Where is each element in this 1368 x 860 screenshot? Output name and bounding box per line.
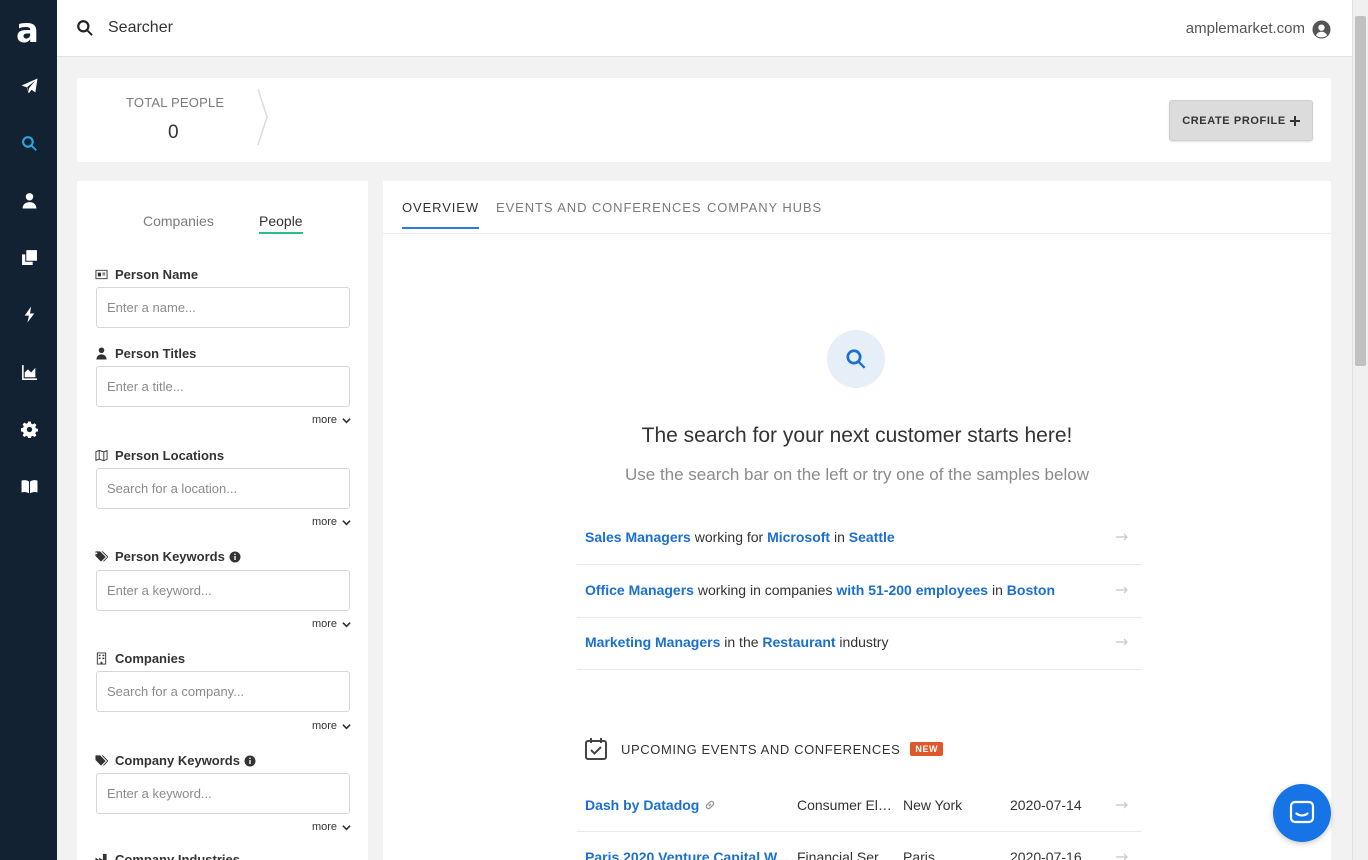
copy-icon[interactable] [18, 246, 40, 268]
hero-search-badge [827, 330, 885, 388]
person-keywords-more-toggle[interactable]: more [312, 618, 351, 630]
top-bar: Searcher amplemarket.com [57, 0, 1352, 57]
chevron-down-icon [342, 519, 351, 525]
page-scrollbar[interactable] [1352, 0, 1368, 860]
stats-card: TOTAL PEOPLE 0 CREATE PROFILE [77, 78, 1331, 162]
page-title: Searcher [108, 19, 173, 36]
tab-people[interactable]: People [259, 213, 303, 234]
sample-search-text: Sales Managers working for Microsoft in … [585, 529, 895, 545]
create-profile-button[interactable]: CREATE PROFILE [1169, 100, 1313, 141]
sample-search-item[interactable]: Marketing Managers in the Restaurant ind… [577, 618, 1142, 670]
building-icon [96, 652, 107, 665]
tab-companies[interactable]: Companies [143, 213, 214, 229]
gear-icon[interactable] [18, 418, 40, 440]
event-category: Financial Services [797, 849, 895, 860]
chat-icon [1289, 800, 1315, 824]
sample-search-item[interactable]: Sales Managers working for Microsoft in … [577, 513, 1142, 565]
person-titles-label: Person Titles [95, 346, 196, 361]
person-titles-input[interactable] [96, 366, 350, 407]
person-locations-label: Person Locations [95, 448, 224, 463]
hero-title: The search for your next customer starts… [641, 424, 1073, 447]
event-row[interactable]: Dash by Datadog Consumer Electronics New… [577, 780, 1142, 832]
book-icon[interactable] [18, 475, 40, 497]
company-keywords-more-toggle[interactable]: more [312, 821, 351, 833]
id-card-icon [95, 269, 108, 280]
user-tie-icon [96, 347, 107, 360]
total-people-value: 0 [168, 122, 179, 143]
calendar-check-icon [585, 738, 607, 760]
person-keywords-input[interactable] [96, 570, 350, 611]
event-row[interactable]: Paris 2020 Venture Capital W... Financia… [577, 832, 1142, 860]
event-category: Consumer Electronics [797, 797, 895, 813]
event-city: New York [903, 797, 963, 813]
companies-label: Companies [95, 651, 185, 666]
bolt-icon[interactable] [18, 303, 40, 325]
sample-search-text: Office Managers working in companies wit… [585, 582, 1055, 598]
events-section-header: UPCOMING EVENTS AND CONFERENCES NEW [584, 737, 944, 761]
plus-icon [1289, 115, 1300, 126]
info-icon[interactable] [229, 551, 241, 563]
map-icon [95, 449, 108, 462]
new-badge: NEW [910, 742, 944, 756]
companies-input[interactable] [96, 671, 350, 712]
person-locations-more-toggle[interactable]: more [312, 516, 351, 528]
tab-overview[interactable]: OVERVIEW [402, 200, 480, 229]
company-keywords-input[interactable] [96, 773, 350, 814]
arrow-right-icon [1116, 801, 1128, 809]
user-circle-icon[interactable] [1312, 20, 1331, 39]
hero-subtitle: Use the search bar on the left or try on… [625, 465, 1089, 484]
person-locations-input[interactable] [96, 468, 350, 509]
search-icon[interactable] [18, 132, 40, 154]
chat-launcher-button[interactable] [1273, 784, 1331, 842]
account-domain[interactable]: amplemarket.com [1186, 20, 1305, 37]
sidebar: a [0, 0, 57, 860]
person-name-label: Person Name [95, 267, 198, 282]
chevron-down-icon [342, 824, 351, 830]
event-date: 2020-07-14 [1010, 797, 1082, 813]
chevron-right-divider-icon [257, 88, 268, 146]
events-section-title: UPCOMING EVENTS AND CONFERENCES [621, 741, 901, 757]
paper-plane-icon[interactable] [18, 75, 40, 97]
tab-events-and-conferences[interactable]: EVENTS AND CONFERENCES [496, 200, 701, 215]
chevron-down-icon [342, 621, 351, 627]
area-chart-icon[interactable] [18, 361, 40, 383]
main-tabs: OVERVIEW EVENTS AND CONFERENCES COMPANY … [383, 181, 1331, 234]
arrow-right-icon [1116, 533, 1128, 541]
event-name[interactable]: Dash by Datadog [585, 797, 716, 813]
company-keywords-label: Company Keywords [95, 753, 256, 768]
chevron-down-icon [342, 723, 351, 729]
event-name[interactable]: Paris 2020 Venture Capital W... [585, 849, 788, 860]
sample-search-text: Marketing Managers in the Restaurant ind… [585, 634, 889, 650]
arrow-right-icon [1116, 586, 1128, 594]
person-keywords-label: Person Keywords [95, 549, 241, 564]
total-people-label: TOTAL PEOPLE [126, 95, 225, 110]
arrow-right-icon [1116, 853, 1128, 860]
companies-more-toggle[interactable]: more [312, 720, 351, 732]
tags-icon [95, 755, 108, 766]
arrow-right-icon [1116, 638, 1128, 646]
tags-icon [95, 551, 108, 562]
industry-icon [95, 853, 107, 860]
tab-company-hubs[interactable]: COMPANY HUBS [707, 200, 822, 215]
search-icon [846, 349, 866, 369]
event-date: 2020-07-16 [1010, 849, 1082, 860]
amplemarket-logo[interactable]: a [16, 14, 42, 48]
create-profile-label: CREATE PROFILE [1182, 114, 1286, 127]
search-icon[interactable] [76, 19, 94, 37]
person-name-input[interactable] [96, 287, 350, 328]
chevron-down-icon [342, 417, 351, 423]
sample-search-item[interactable]: Office Managers working in companies wit… [577, 566, 1142, 618]
person-titles-more-toggle[interactable]: more [312, 414, 351, 426]
company-industries-label: Company Industries [95, 852, 240, 860]
info-icon[interactable] [244, 755, 256, 767]
user-icon[interactable] [18, 189, 40, 211]
link-icon [706, 800, 715, 810]
event-city: Paris [903, 849, 935, 860]
filter-panel: Companies People Person Name Person Titl… [77, 181, 368, 860]
scrollbar-thumb[interactable] [1355, 16, 1366, 366]
main-panel: OVERVIEW EVENTS AND CONFERENCES COMPANY … [383, 181, 1331, 860]
